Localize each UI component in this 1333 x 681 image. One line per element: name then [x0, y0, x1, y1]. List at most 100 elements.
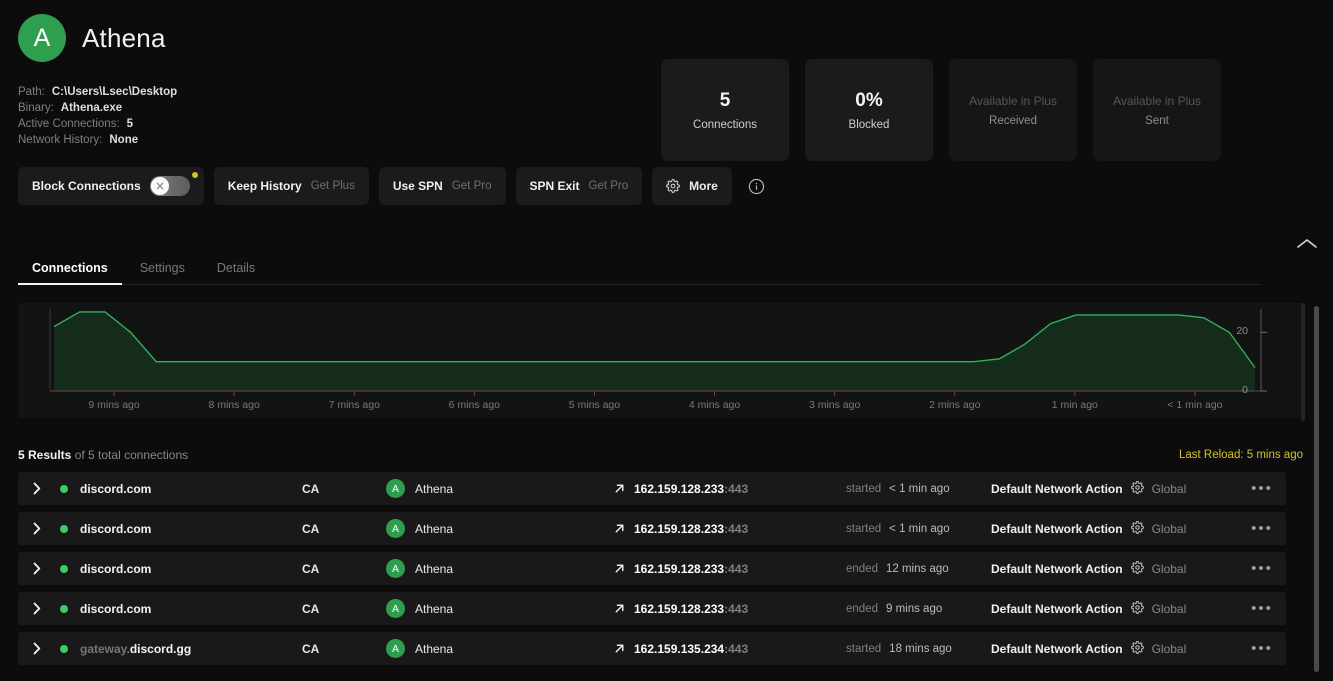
action-scope: Global: [1151, 481, 1187, 496]
direction-outbound: [604, 642, 634, 655]
avatar-initial: A: [33, 23, 51, 52]
action-label: Default Network Action: [991, 481, 1123, 496]
process-avatar: A: [386, 599, 405, 618]
arrow-up-right-icon: [615, 644, 623, 653]
meta-key-binary: Binary:: [18, 102, 54, 114]
process-avatar-initial: A: [391, 482, 399, 495]
chart-x-tick: 8 mins ago: [208, 399, 260, 411]
process-avatar-initial: A: [391, 562, 399, 575]
connection-action[interactable]: Default Network Action Global: [991, 600, 1238, 617]
action-label: Default Network Action: [991, 641, 1123, 656]
row-overflow-menu-button[interactable]: •••: [1238, 480, 1286, 497]
keep-history-button[interactable]: Keep History Get Plus: [213, 167, 369, 205]
tab-settings[interactable]: Settings: [126, 261, 199, 284]
more-button[interactable]: More: [652, 167, 732, 205]
connection-country: CA: [302, 641, 320, 656]
action-settings-icon[interactable]: [1130, 600, 1144, 617]
expand-row-button[interactable]: [18, 642, 56, 655]
results-total: of 5 total connections: [74, 448, 189, 462]
connection-action[interactable]: Default Network Action Global: [991, 520, 1238, 537]
meta-key-path: Path:: [18, 86, 45, 98]
row-overflow-menu-button[interactable]: •••: [1238, 520, 1286, 537]
action-settings-icon[interactable]: [1130, 520, 1144, 537]
connection-country: CA: [302, 601, 320, 616]
connection-domain: discord.com: [72, 602, 302, 616]
process-avatar: A: [386, 479, 405, 498]
action-settings-icon[interactable]: [1130, 640, 1144, 657]
expand-row-button[interactable]: [18, 602, 56, 615]
collapse-panel-button[interactable]: [1289, 228, 1325, 258]
app-metadata: Path: C:\Users\Lsec\Desktop Binary: Athe…: [18, 84, 177, 148]
connection-status-indicator: [56, 644, 72, 653]
use-spn-button[interactable]: Use SPN Get Pro: [378, 167, 506, 205]
stat-card-sent: Available in Plus Sent: [1093, 59, 1221, 161]
meta-row-path: Path: C:\Users\Lsec\Desktop: [18, 84, 177, 100]
chevron-right-icon: [33, 602, 41, 615]
chart-y-tick-20: 20: [1236, 325, 1248, 338]
expand-row-button[interactable]: [18, 562, 56, 575]
meta-key-network-history: Network History:: [18, 134, 103, 146]
endpoint-port: :443: [724, 521, 749, 536]
state-timestamp: < 1 min ago: [889, 482, 950, 495]
process-avatar: A: [386, 559, 405, 578]
state-timestamp: < 1 min ago: [889, 522, 950, 535]
stat-value-blocked: 0%: [855, 89, 883, 111]
action-settings-icon[interactable]: [1130, 480, 1144, 497]
direction-outbound: [604, 482, 634, 495]
arrow-up-right-icon: [615, 604, 623, 613]
table-row[interactable]: gateway.discord.gg CA A Athena 162.159.135.2…: [18, 632, 1286, 665]
action-label: Default Network Action: [991, 601, 1123, 616]
meta-value-network-history: None: [109, 134, 139, 146]
action-settings-icon[interactable]: [1130, 560, 1144, 577]
app-header: A Athena Path: C:\Users\Lsec\Desktop Bin…: [0, 0, 1333, 161]
spn-exit-button[interactable]: SPN Exit Get Pro: [515, 167, 643, 205]
meta-row-network-history: Network History: None: [18, 132, 177, 148]
stat-label-received: Received: [989, 114, 1037, 127]
state-verb: started: [846, 642, 882, 655]
table-row[interactable]: discord.com CA A Athena 162.159.128.233:443 e…: [18, 592, 1286, 625]
row-overflow-menu-button[interactable]: •••: [1238, 600, 1286, 617]
meta-row-active-connections: Active Connections: 5: [18, 116, 177, 132]
endpoint-port: :443: [724, 641, 749, 656]
block-connections-button[interactable]: Block Connections: [18, 167, 204, 205]
chart-x-tick: 9 mins ago: [88, 399, 140, 411]
status-dot-icon: [60, 644, 68, 653]
connection-action[interactable]: Default Network Action Global: [991, 560, 1238, 577]
endpoint-ip: 162.159.128.233: [634, 521, 725, 536]
connection-action[interactable]: Default Network Action Global: [991, 640, 1238, 657]
expand-row-button[interactable]: [18, 482, 56, 495]
row-overflow-menu-button[interactable]: •••: [1238, 560, 1286, 577]
expand-row-button[interactable]: [18, 522, 56, 535]
connection-action[interactable]: Default Network Action Global: [991, 480, 1238, 497]
block-connections-toggle[interactable]: [149, 176, 190, 196]
stat-card-blocked: 0% Blocked: [805, 59, 933, 161]
connection-endpoint: 162.159.128.233:443: [634, 562, 846, 576]
state-verb: ended: [846, 562, 878, 575]
domain-main: discord.com: [80, 561, 152, 576]
info-button[interactable]: [748, 178, 765, 195]
process-avatar-initial: A: [391, 642, 399, 655]
table-row[interactable]: discord.com CA A Athena 162.159.128.233:443 e…: [18, 552, 1286, 585]
results-summary-bar: 5 Results of 5 total connections Last Re…: [18, 445, 1303, 465]
table-row[interactable]: discord.com CA A Athena 162.159.128.233:443 s…: [18, 472, 1286, 505]
connection-domain: discord.com: [72, 522, 302, 536]
connection-domain: gateway.discord.gg: [72, 642, 302, 656]
vertical-scrollbar[interactable]: [1314, 306, 1319, 672]
status-dot-icon: [60, 524, 68, 533]
endpoint-ip: 162.159.128.233: [634, 601, 725, 616]
connections-chart: 9 mins ago 8 mins ago 7 mins ago 6 mins ago…: [18, 303, 1303, 418]
stat-card-received: Available in Plus Received: [949, 59, 1077, 161]
connections-table: discord.com CA A Athena 162.159.128.233:443 s…: [18, 472, 1286, 672]
meta-value-active-connections: 5: [126, 118, 134, 130]
process-name: Athena: [415, 521, 454, 536]
chevron-right-icon: [33, 562, 41, 575]
state-verb: started: [846, 522, 882, 535]
domain-main: discord.com: [80, 601, 152, 616]
gear-icon: [1130, 600, 1144, 614]
row-overflow-menu-button[interactable]: •••: [1238, 640, 1286, 657]
table-row[interactable]: discord.com CA A Athena 162.159.128.233:443 s…: [18, 512, 1286, 545]
arrow-up-right-icon: [615, 484, 623, 493]
tab-connections[interactable]: Connections: [18, 261, 122, 285]
tab-details[interactable]: Details: [203, 261, 269, 284]
chart-x-tick: 1 min ago: [1051, 399, 1098, 411]
